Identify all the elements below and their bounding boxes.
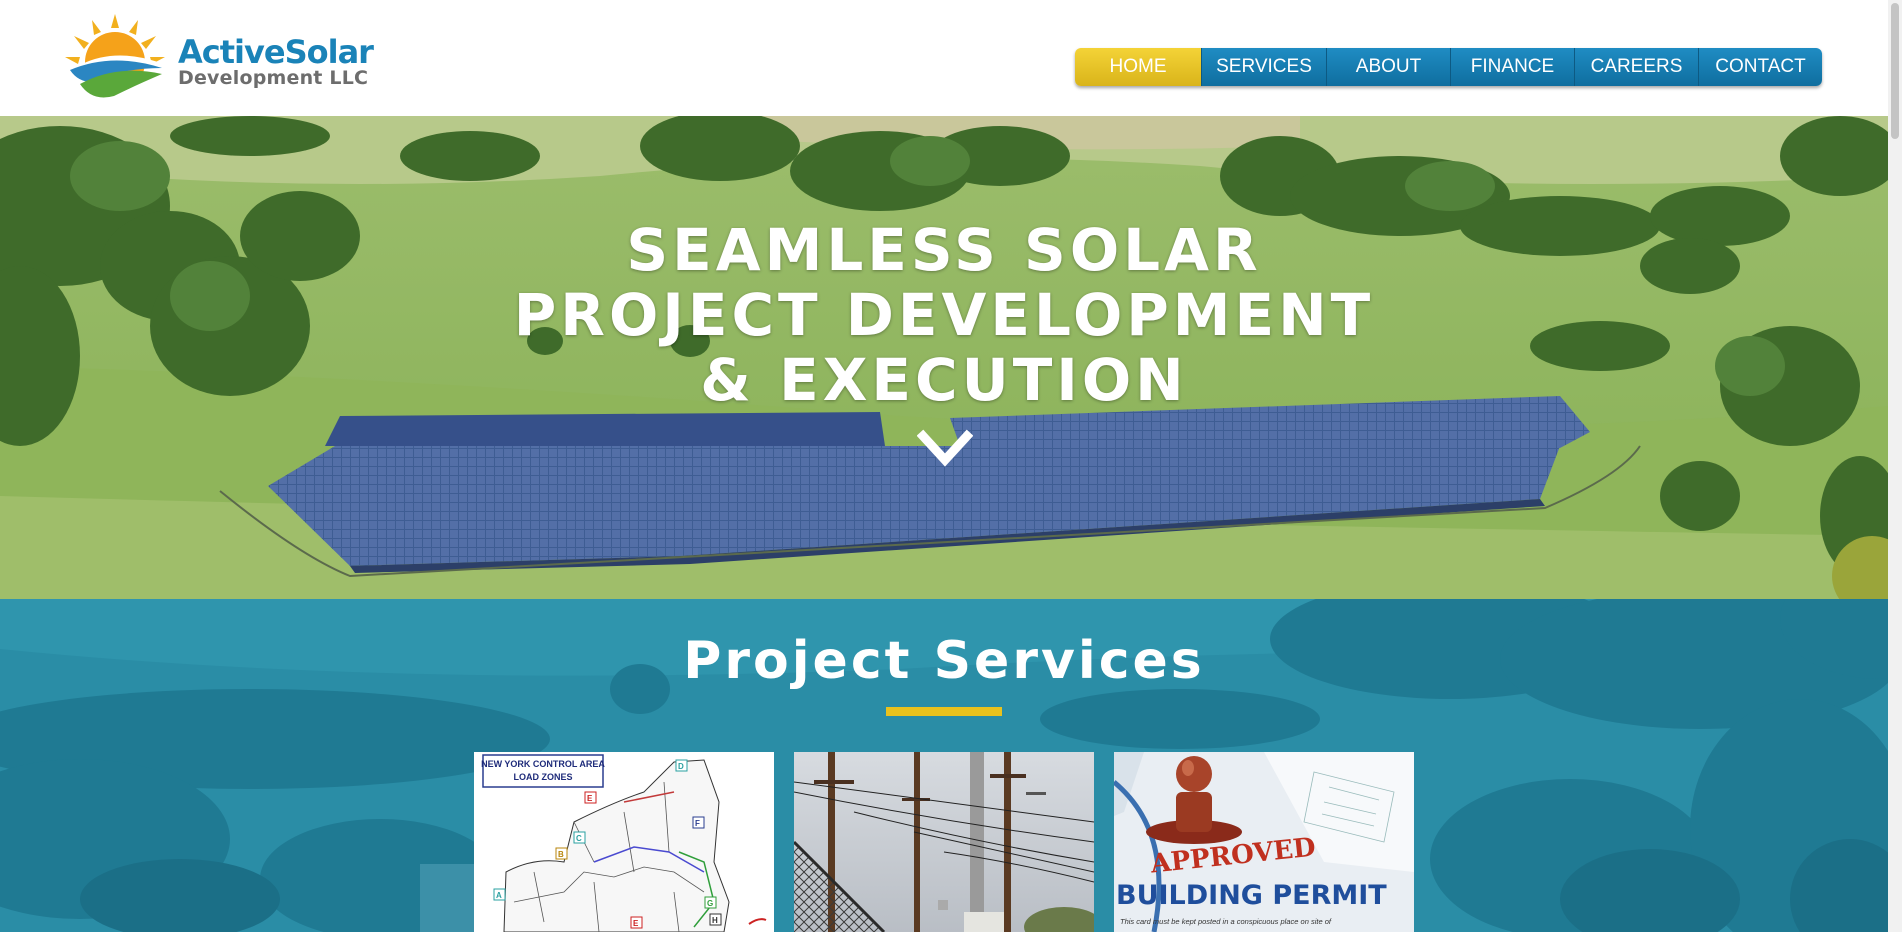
page-scrollbar[interactable] — [1888, 0, 1902, 932]
main-nav: HOME SERVICES ABOUT FINANCE CAREERS CONT… — [1075, 48, 1822, 86]
hero-banner: SEAMLESS SOLAR PROJECT DEVELOPMENT & EXE… — [0, 116, 1888, 599]
service-card-interconnection[interactable] — [794, 752, 1094, 932]
svg-text:E: E — [633, 919, 639, 928]
map-title-line1: NEW YORK CONTROL AREA — [481, 759, 605, 769]
svg-text:B: B — [558, 850, 564, 859]
hero-headline: SEAMLESS SOLAR PROJECT DEVELOPMENT & EXE… — [0, 218, 1888, 413]
utility-poles-image — [794, 752, 1094, 932]
svg-text:G: G — [707, 899, 713, 908]
section-title: Project Services — [683, 631, 1205, 691]
permit-text: BUILDING PERMIT — [1116, 880, 1387, 911]
svg-text:F: F — [695, 819, 700, 828]
svg-text:H: H — [712, 916, 718, 925]
scrollbar-thumb[interactable] — [1891, 3, 1899, 139]
service-card-permitting[interactable]: APPROVED BUILDING PERMIT This card must … — [1114, 752, 1414, 932]
hero-line-3: & EXECUTION — [700, 346, 1188, 414]
nav-contact[interactable]: CONTACT — [1698, 48, 1822, 86]
service-card-load-zones[interactable]: NEW YORK CONTROL AREA LOAD ZONES D E F C… — [474, 752, 774, 932]
nav-home[interactable]: HOME — [1075, 48, 1201, 86]
site-header: ActiveSolar Development LLC HOME SERVICE… — [0, 0, 1888, 116]
logo[interactable]: ActiveSolar Development LLC — [62, 12, 374, 104]
svg-text:D: D — [678, 762, 684, 771]
permit-small-text: This card must be kept posted in a consp… — [1120, 917, 1332, 926]
nav-about[interactable]: ABOUT — [1326, 48, 1450, 86]
svg-text:E: E — [587, 794, 593, 803]
load-zones-map-image: NEW YORK CONTROL AREA LOAD ZONES D E F C… — [474, 752, 774, 932]
nav-careers[interactable]: CAREERS — [1574, 48, 1698, 86]
logo-wordmark: ActiveSolar — [178, 33, 374, 71]
nav-services[interactable]: SERVICES — [1201, 48, 1326, 86]
svg-text:A: A — [496, 891, 502, 900]
hero-line-1: SEAMLESS SOLAR — [626, 216, 1262, 284]
nav-finance[interactable]: FINANCE — [1450, 48, 1574, 86]
logo-subtitle: Development LLC — [178, 67, 369, 89]
svg-text:C: C — [576, 834, 582, 843]
sun-over-waves-icon — [65, 14, 165, 98]
title-underline — [886, 707, 1002, 716]
building-permit-image: APPROVED BUILDING PERMIT This card must … — [1114, 752, 1414, 932]
hero-line-2: PROJECT DEVELOPMENT — [513, 281, 1375, 349]
chevron-down-icon[interactable] — [917, 428, 973, 468]
project-services-section: Project Services NEW YORK CONTROL AREA L… — [0, 599, 1888, 932]
map-title-line2: LOAD ZONES — [513, 772, 572, 782]
